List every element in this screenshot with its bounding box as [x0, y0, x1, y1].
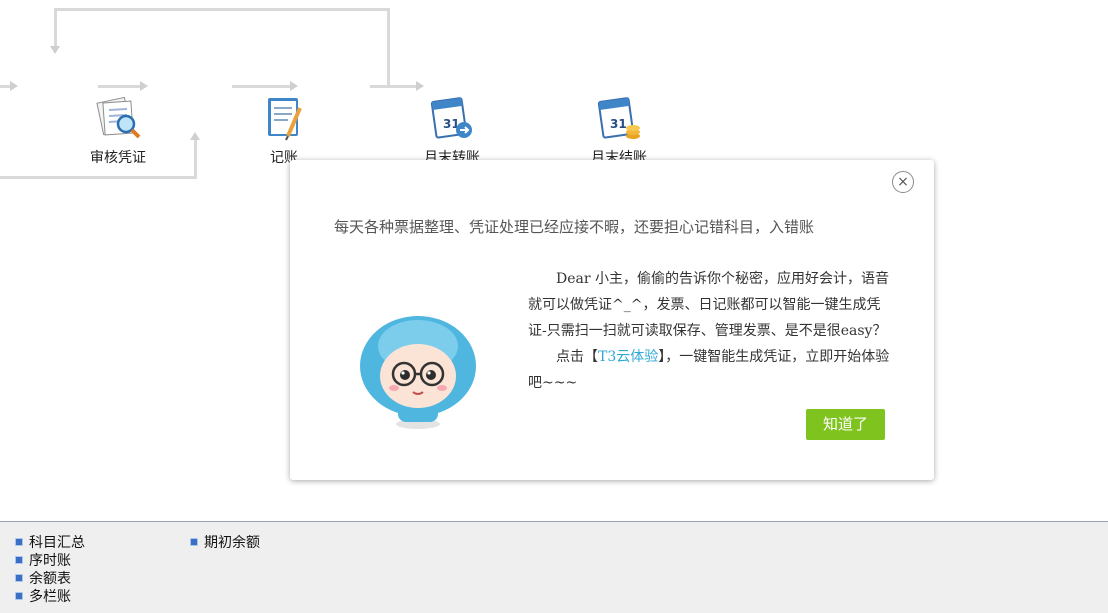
promo-dialog: × 每天各种票据整理、凭证处理已经应接不暇，还要担心记错科目，入错账 Dear …: [290, 160, 934, 480]
report-column-2: 期初余额: [190, 534, 260, 552]
dialog-body-text: 点击【: [556, 349, 598, 365]
dialog-headline: 每天各种票据整理、凭证处理已经应接不暇，还要担心记错科目，入错账: [334, 218, 815, 236]
flow-connector: [387, 8, 390, 86]
flow-node-month-end-closing[interactable]: 31 月末结账: [574, 94, 664, 166]
report-link-account-summary[interactable]: 科目汇总: [15, 534, 85, 552]
bookkeeping-icon: [268, 98, 302, 141]
t3-cloud-link[interactable]: T3云体验: [598, 349, 658, 365]
month-end-closing-icon: 31: [597, 97, 640, 139]
cartoon-mascot-icon: [360, 316, 476, 429]
report-link-label: 序时账: [29, 553, 71, 569]
svg-text:31: 31: [610, 117, 627, 131]
flow-connector: [232, 85, 290, 88]
flow-node-bookkeeping[interactable]: 记账: [239, 94, 329, 166]
flow-connector: [54, 8, 390, 11]
dialog-body-paragraph: Dear 小主，偷偷的告诉你个秘密，应用好会计，语音就可以做凭证^_^，发票、日…: [528, 266, 894, 344]
report-link-multi-column-ledger[interactable]: 多栏账: [15, 588, 85, 606]
flow-connector: [98, 85, 140, 88]
bullet-icon: [15, 592, 23, 600]
flow-connector: [0, 176, 197, 179]
report-panel: 科目汇总 序时账 余额表 多栏账 期初余额: [0, 521, 1108, 613]
bullet-icon: [190, 538, 198, 546]
report-link-opening-balance[interactable]: 期初余额: [190, 534, 260, 552]
dialog-body-paragraph: 点击【T3云体验】，一键智能生成凭证，立即开始体验吧~~~: [528, 344, 894, 396]
bullet-icon: [15, 574, 23, 582]
flow-connector: [194, 140, 197, 179]
dialog-body: Dear 小主，偷偷的告诉你个秘密，应用好会计，语音就可以做凭证^_^，发票、日…: [528, 266, 894, 396]
flow-connector: [370, 85, 416, 88]
flow-connector: [0, 85, 10, 88]
month-end-transfer-icon: 31: [430, 97, 472, 139]
report-link-journal[interactable]: 序时账: [15, 552, 85, 570]
report-link-label: 科目汇总: [29, 535, 85, 551]
report-link-label: 多栏账: [29, 589, 71, 605]
bullet-icon: [15, 538, 23, 546]
flow-connector: [54, 8, 57, 48]
report-link-label: 期初余额: [204, 535, 260, 551]
flow-node-label: 审核凭证: [90, 150, 146, 166]
report-link-label: 余额表: [29, 571, 71, 587]
arrow-up-icon: [190, 132, 200, 140]
audit-voucher-icon: [96, 96, 141, 139]
close-icon[interactable]: ×: [892, 171, 914, 193]
acknowledge-button[interactable]: 知道了: [806, 409, 885, 440]
arrow-right-icon: [10, 81, 18, 91]
flow-node-month-end-transfer[interactable]: 31 月末转账: [407, 94, 497, 166]
dialog-body-text: Dear 小主，偷偷的告诉你个秘密，应用好会计，语音就可以做凭证^_^，发票、日…: [528, 271, 889, 339]
arrow-right-icon: [416, 81, 424, 91]
report-link-balance-sheet[interactable]: 余额表: [15, 570, 85, 588]
arrow-right-icon: [140, 81, 148, 91]
arrow-down-icon: [50, 46, 60, 54]
flow-node-audit-voucher[interactable]: 审核凭证: [73, 94, 163, 166]
report-column-1: 科目汇总 序时账 余额表 多栏账: [15, 534, 85, 606]
arrow-right-icon: [290, 81, 298, 91]
bullet-icon: [15, 556, 23, 564]
